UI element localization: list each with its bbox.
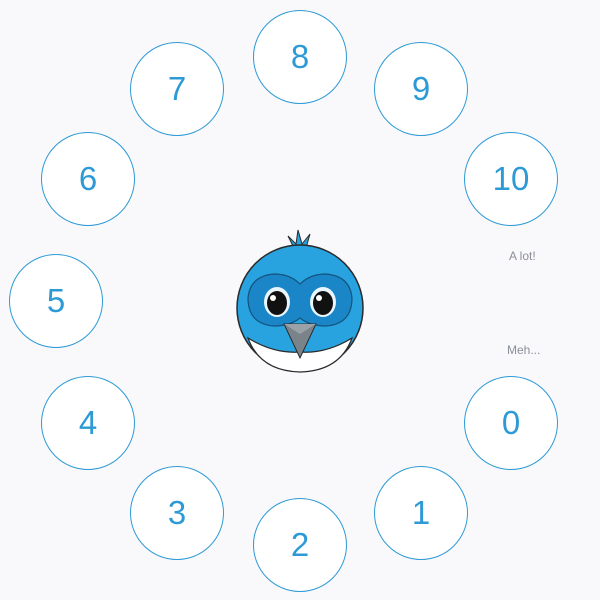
rating-button-label: 10 [492,160,530,197]
rating-button-label: 6 [78,160,98,197]
rating-button-label: 5 [46,282,66,319]
rating-button-label: 7 [167,70,187,107]
rating-button-4[interactable]: 4 [41,376,135,470]
rating-button-label: 4 [78,404,98,441]
rating-button-8[interactable]: 8 [253,10,347,104]
rating-button-label: 0 [501,404,521,441]
rating-button-6[interactable]: 6 [41,132,135,226]
rating-button-label: 3 [167,494,187,531]
hint-high-label: A lot! [509,249,536,263]
rating-button-9[interactable]: 9 [374,42,468,136]
rating-button-3[interactable]: 3 [130,466,224,560]
rating-button-0[interactable]: 0 [464,376,558,470]
rating-button-7[interactable]: 7 [130,42,224,136]
bird-mascot-icon [236,229,364,373]
rating-button-2[interactable]: 2 [253,498,347,592]
rating-dial: 0 1 2 3 4 5 6 7 8 9 10 A lot! Meh... [0,0,600,600]
rating-button-label: 8 [290,38,310,75]
rating-button-label: 2 [290,526,310,563]
hint-low-label: Meh... [507,343,541,357]
rating-button-10[interactable]: 10 [464,132,558,226]
rating-button-5[interactable]: 5 [9,254,103,348]
rating-button-label: 9 [411,70,431,107]
rating-button-label: 1 [411,494,431,531]
rating-button-1[interactable]: 1 [374,466,468,560]
